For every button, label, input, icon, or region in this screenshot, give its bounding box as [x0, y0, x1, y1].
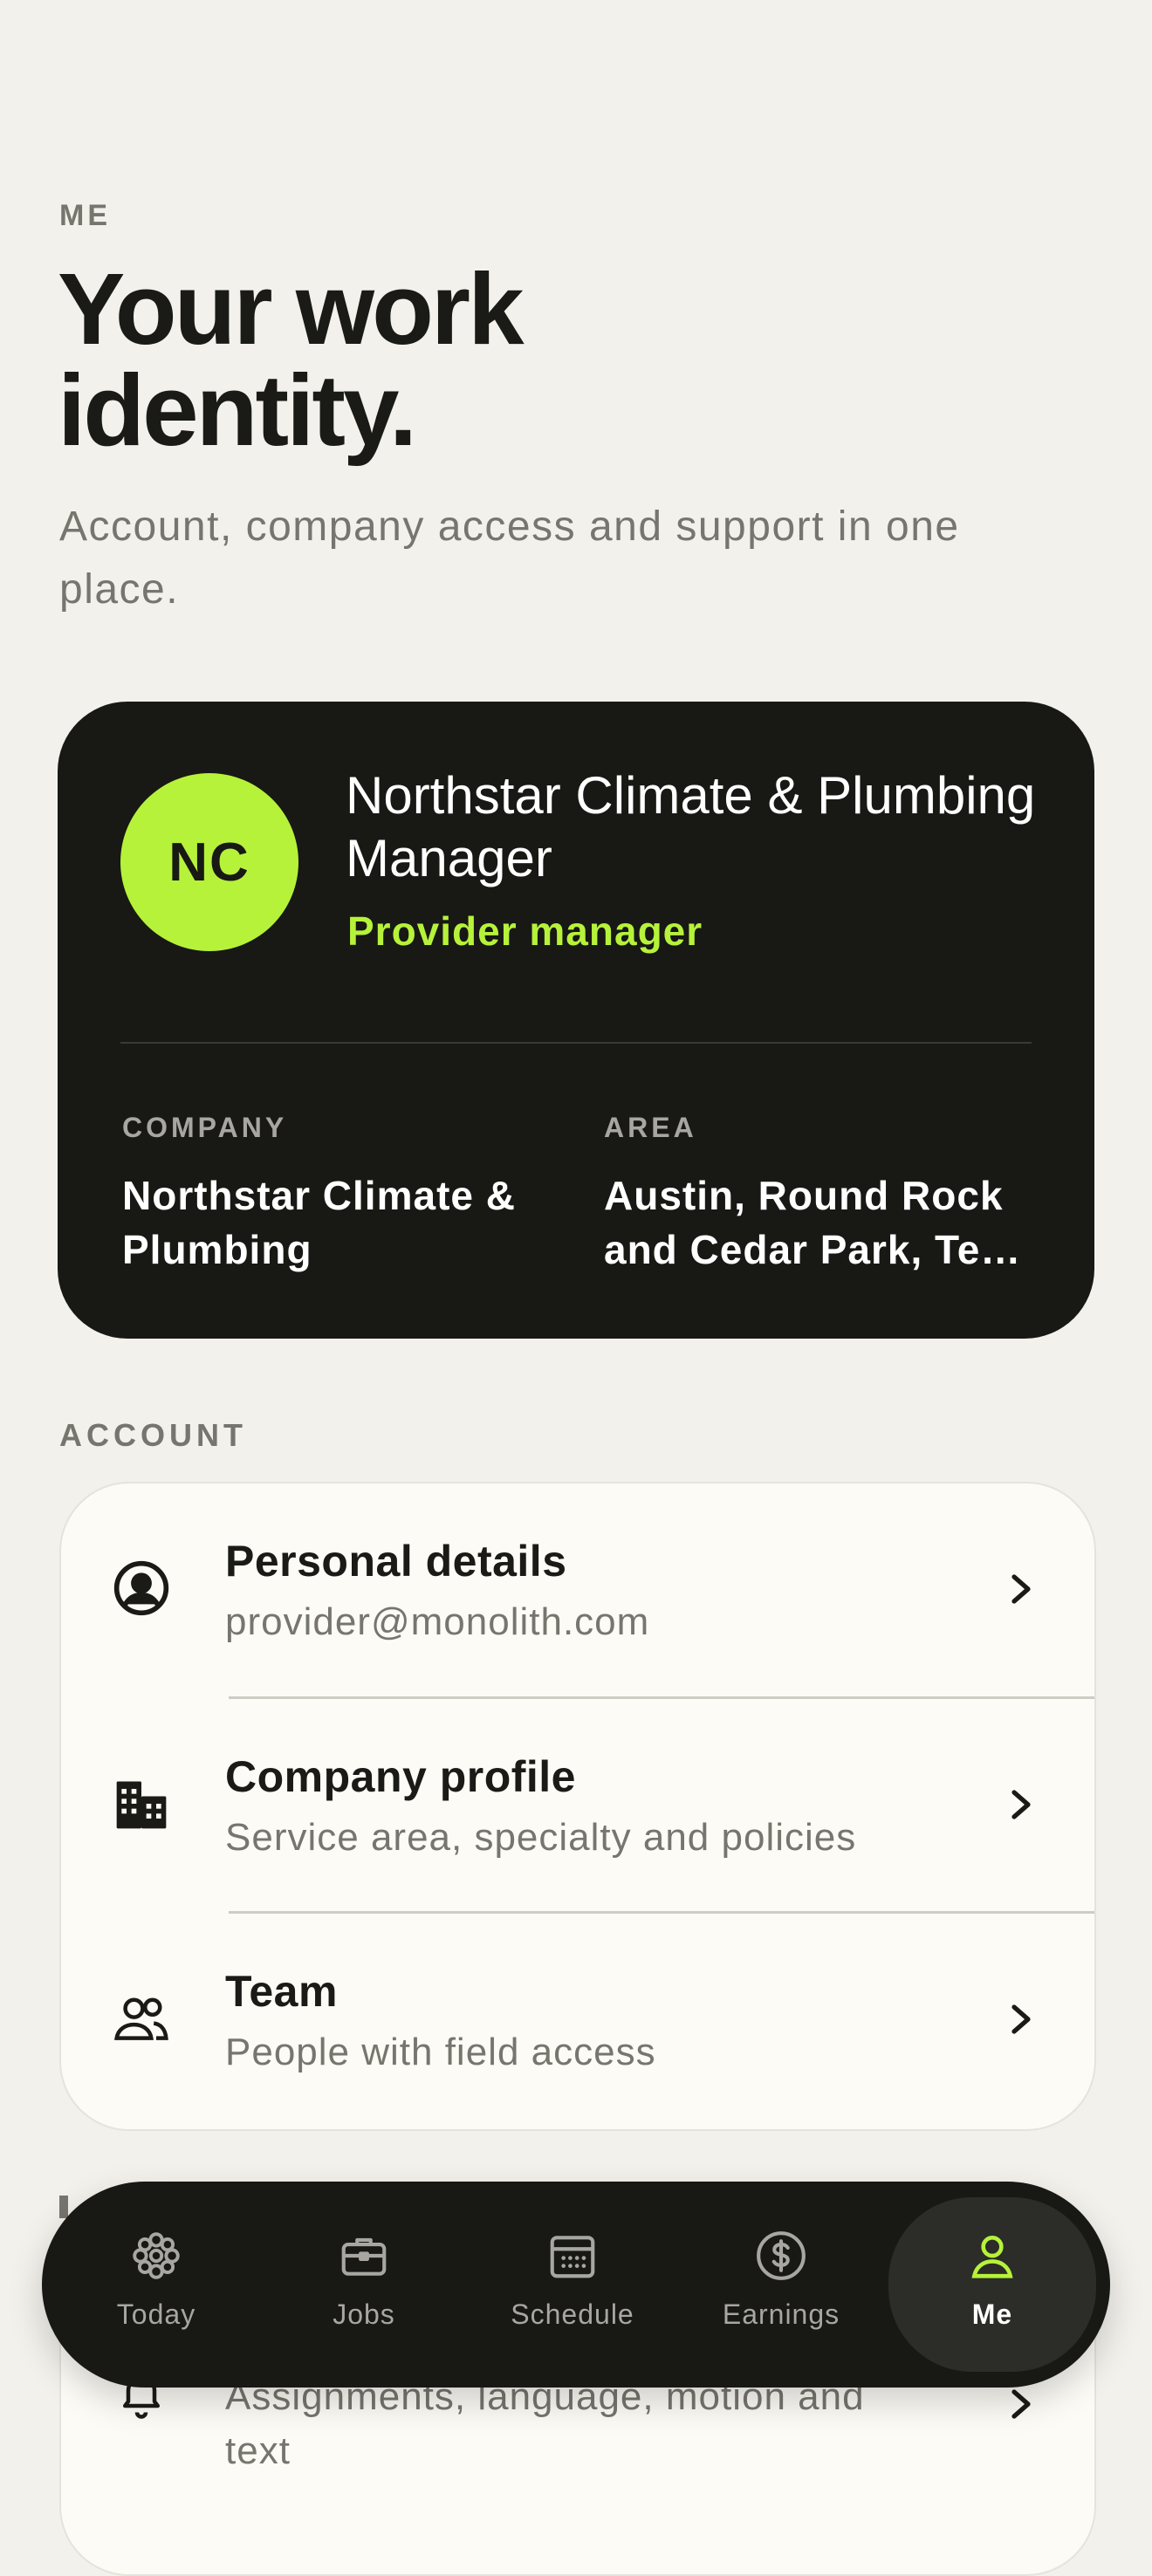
team-subtitle: People with field access — [225, 2031, 656, 2073]
company-profile-row[interactable]: Company profile Service area, specialty … — [61, 1699, 1094, 1914]
identity-divider — [120, 1042, 1032, 1044]
identity-role: Provider manager — [347, 908, 703, 954]
page-eyebrow: ME — [59, 199, 111, 232]
account-section-label: ACCOUNT — [59, 1417, 247, 1453]
chevron-right-icon — [1011, 1574, 1031, 1604]
company-profile-title: Company profile — [225, 1752, 576, 1801]
chevron-right-icon — [1011, 1790, 1031, 1819]
tab-earnings[interactable]: Earnings — [677, 2197, 885, 2372]
tab-bar: Today Jobs Schedule Earnings Me — [42, 2182, 1110, 2388]
dollar-icon — [757, 2231, 806, 2280]
tab-me-label: Me — [971, 2299, 1013, 2330]
tab-today-label: Today — [116, 2299, 196, 2330]
account-card: Personal details provider@monolith.com C… — [59, 1482, 1096, 2131]
personal-details-subtitle: provider@monolith.com — [225, 1600, 650, 1643]
person-icon — [971, 2236, 1013, 2278]
user-circle-icon — [113, 1560, 169, 1616]
flower-icon — [133, 2232, 180, 2279]
tab-schedule[interactable]: Schedule — [469, 2197, 676, 2372]
avatar: NC — [120, 773, 298, 951]
team-title: Team — [225, 1967, 338, 2016]
tab-jobs[interactable]: Jobs — [260, 2197, 468, 2372]
personal-details-row[interactable]: Personal details provider@monolith.com — [61, 1483, 1094, 1698]
personal-details-title: Personal details — [225, 1537, 567, 1586]
identity-name: Northstar Climate & Plumbing Manager — [346, 766, 1036, 887]
area-info: AREA Austin, Round Rock and Cedar Park, … — [604, 1112, 1040, 1277]
company-profile-subtitle: Service area, specialty and policies — [225, 1816, 857, 1859]
tab-schedule-label: Schedule — [511, 2299, 634, 2330]
chevron-right-icon — [1011, 2389, 1031, 2419]
page-title: Your work identity. — [58, 252, 525, 467]
company-value: Northstar Climate & Plumbing — [122, 1173, 516, 1272]
tab-me[interactable]: Me — [888, 2197, 1096, 2372]
briefcase-icon — [341, 2237, 387, 2276]
chevron-right-icon — [1011, 2004, 1031, 2034]
tab-jobs-label: Jobs — [333, 2299, 395, 2330]
tab-today[interactable]: Today — [52, 2197, 260, 2372]
calendar-icon — [550, 2236, 595, 2278]
company-label: COMPANY — [122, 1112, 288, 1143]
page-subtitle: Account, company access and support in o… — [59, 504, 960, 613]
tab-earnings-label: Earnings — [722, 2299, 840, 2330]
building-icon — [116, 1781, 167, 1829]
area-label: AREA — [604, 1112, 697, 1143]
identity-card: NC Northstar Climate & Plumbing Manager … — [58, 702, 1094, 1339]
company-info: COMPANY Northstar Climate & Plumbing — [122, 1112, 559, 1277]
area-value: Austin, Round Rock and Cedar Park, Te… — [604, 1173, 1022, 1272]
team-row[interactable]: Team People with field access — [61, 1914, 1094, 2128]
team-icon — [114, 1997, 168, 2040]
